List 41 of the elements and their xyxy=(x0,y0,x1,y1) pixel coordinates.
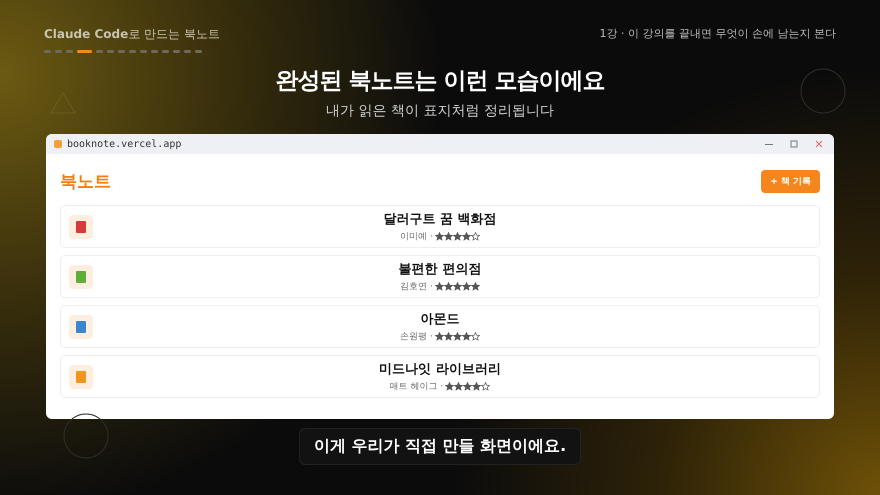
filled-star-icon xyxy=(444,332,453,341)
book-author: 김호연 · xyxy=(400,281,433,293)
filled-star-icon xyxy=(462,332,471,341)
book-title: 미드나잇 라이브러리 xyxy=(379,361,501,378)
book-author: 손원평 · xyxy=(400,331,433,343)
book-card[interactable]: 아몬드 손원평 · xyxy=(60,305,820,348)
filled-star-icon xyxy=(454,382,464,391)
filled-star-icon xyxy=(462,282,471,291)
lesson-label: 1강 · 이 강의를 끝내면 무엇이 손에 남는지 본다 xyxy=(600,26,836,42)
app-title: 북노트 xyxy=(60,171,111,193)
filled-star-icon xyxy=(434,282,444,291)
book-card[interactable]: 불편한 편의점 김호연 · xyxy=(60,255,820,298)
book-title: 불편한 편의점 xyxy=(398,261,482,278)
filled-star-icon xyxy=(434,332,444,341)
filled-star-icon xyxy=(444,282,453,291)
filled-star-icon xyxy=(463,382,472,391)
close-icon[interactable] xyxy=(814,139,824,149)
site-icon xyxy=(54,140,62,148)
filled-star-icon xyxy=(452,232,462,241)
book-card[interactable]: 달러구트 꿈 백화점 이미예 · xyxy=(60,205,820,248)
filled-star-icon xyxy=(462,232,471,241)
filled-star-icon xyxy=(452,282,462,291)
book-title: 아몬드 xyxy=(420,311,460,328)
filled-star-icon xyxy=(452,332,462,341)
book-author: 매트 헤이그 · xyxy=(390,381,444,393)
subtitle: 내가 읽은 책이 표지처럼 정리됩니다 xyxy=(326,102,554,120)
book-card[interactable]: 미드나잇 라이브러리 매트 헤이그 · xyxy=(60,355,820,398)
filled-star-icon xyxy=(470,282,480,291)
headline: 완성된 북노트는 이런 모습이에요 xyxy=(275,67,605,96)
subtitle-caption: 이게 우리가 직접 만들 화면이에요. xyxy=(298,428,582,465)
url-text: booknote.vercel.app xyxy=(67,138,182,150)
filled-star-icon xyxy=(445,382,454,391)
book-title: 달러구트 꿈 백화점 xyxy=(383,211,497,228)
circle-outline-icon xyxy=(63,413,109,459)
course-title: Claude Code로 만드는 북노트 xyxy=(44,26,220,43)
filled-star-icon xyxy=(472,382,482,391)
maximize-icon[interactable] xyxy=(789,139,799,149)
filled-star-icon xyxy=(444,232,453,241)
book-author: 이미예 · xyxy=(400,231,433,243)
circle-outline-icon xyxy=(800,68,846,114)
filled-star-icon xyxy=(434,232,444,241)
